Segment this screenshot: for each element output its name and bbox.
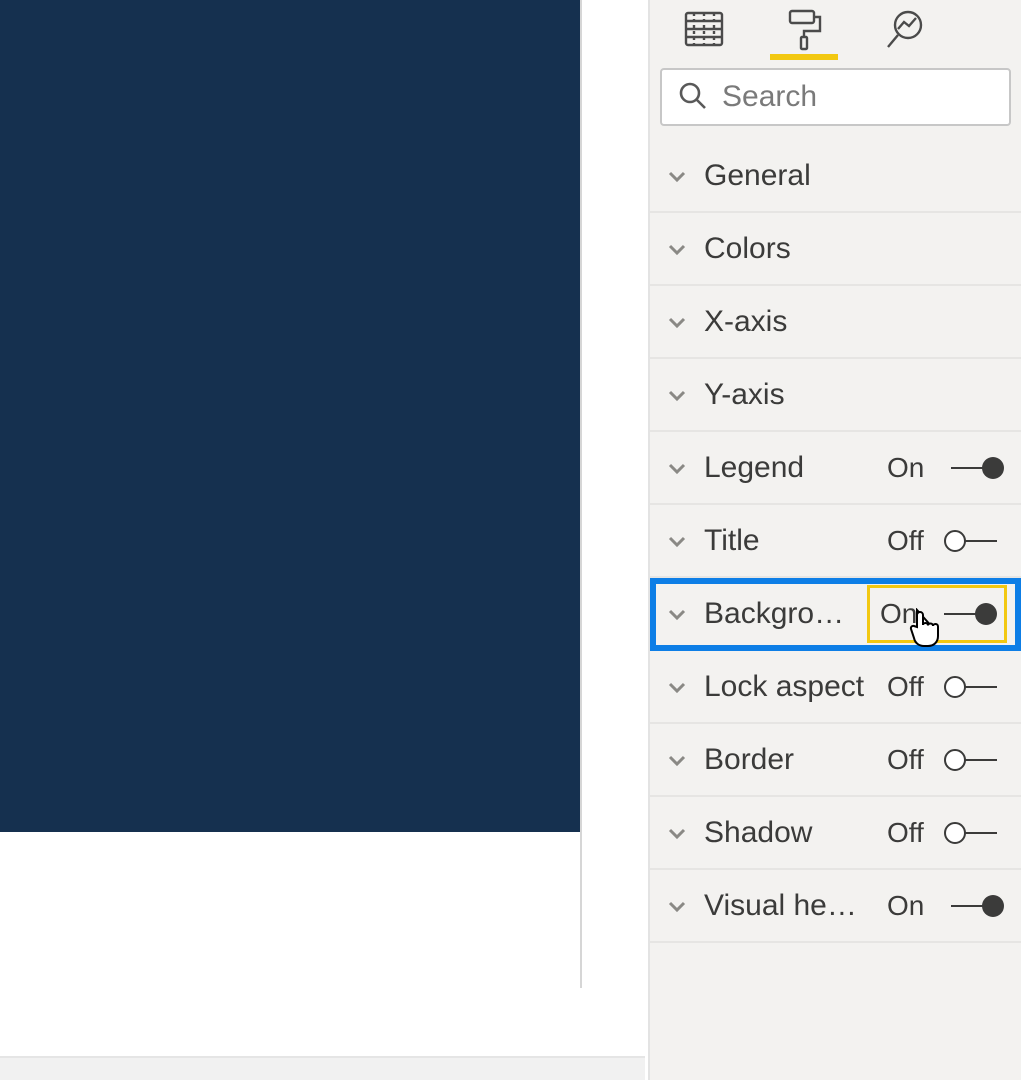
toggle-state-label: Off <box>887 817 935 849</box>
chevron-down-icon <box>664 747 690 773</box>
section-label: Colors <box>704 232 1003 266</box>
section-label: Title <box>704 524 873 558</box>
section-label: General <box>704 159 1003 193</box>
chevron-down-icon <box>664 236 690 262</box>
visual-canvas[interactable] <box>0 0 580 832</box>
section-row[interactable]: Lock aspect Off <box>650 651 1021 724</box>
bottom-strip <box>0 1058 645 1080</box>
chevron-down-icon <box>664 820 690 846</box>
search-input[interactable] <box>722 80 995 114</box>
section-row[interactable]: Colors <box>650 213 1021 286</box>
section-toggle[interactable]: Off <box>887 525 1003 557</box>
chevron-down-icon <box>664 674 690 700</box>
toggle-state-label: On <box>880 598 928 630</box>
section-row[interactable]: Visual header On <box>650 870 1021 943</box>
analytics-icon <box>882 7 926 56</box>
section-label: Border <box>704 743 873 777</box>
section-toggle[interactable]: On <box>867 585 1007 643</box>
search-box[interactable] <box>660 68 1011 126</box>
chevron-down-icon <box>664 309 690 335</box>
toggle-state-label: Off <box>887 671 935 703</box>
chevron-down-icon <box>664 893 690 919</box>
chevron-down-icon <box>664 601 690 627</box>
app-root: General Colors X-axis Y-axis Legend On Title Of… <box>0 0 1021 1080</box>
tab-format[interactable] <box>776 4 832 58</box>
format-sections: General Colors X-axis Y-axis Legend On Title Of… <box>650 140 1021 943</box>
section-label: Visual header <box>704 889 873 923</box>
toggle-switch[interactable] <box>945 749 1003 771</box>
section-row[interactable]: Shadow Off <box>650 797 1021 870</box>
section-label: Shadow <box>704 816 873 850</box>
section-row[interactable]: Legend On <box>650 432 1021 505</box>
section-label: Background <box>704 597 853 631</box>
toggle-switch[interactable] <box>945 457 1003 479</box>
section-row[interactable]: General <box>650 140 1021 213</box>
format-pane: General Colors X-axis Y-axis Legend On Title Of… <box>648 0 1021 1080</box>
section-toggle[interactable]: Off <box>887 744 1003 776</box>
section-label: X-axis <box>704 305 1003 339</box>
section-toggle[interactable]: Off <box>887 817 1003 849</box>
section-row[interactable]: Background On <box>650 578 1021 651</box>
fields-icon <box>682 7 726 56</box>
tab-fields[interactable] <box>676 4 732 58</box>
canvas-page <box>0 0 645 988</box>
section-toggle[interactable]: Off <box>887 671 1003 703</box>
section-toggle[interactable]: On <box>887 890 1003 922</box>
section-label: Legend <box>704 451 873 485</box>
section-row[interactable]: X-axis <box>650 286 1021 359</box>
section-toggle[interactable]: On <box>887 452 1003 484</box>
chevron-down-icon <box>664 163 690 189</box>
toggle-state-label: On <box>887 890 935 922</box>
chevron-down-icon <box>664 382 690 408</box>
chevron-down-icon <box>664 455 690 481</box>
pane-tabs <box>650 0 1021 62</box>
toggle-state-label: Off <box>887 525 935 557</box>
section-row[interactable]: Y-axis <box>650 359 1021 432</box>
section-row[interactable]: Title Off <box>650 505 1021 578</box>
toggle-switch[interactable] <box>945 895 1003 917</box>
canvas-divider <box>580 0 582 988</box>
toggle-switch[interactable] <box>945 530 1003 552</box>
section-row[interactable]: Border Off <box>650 724 1021 797</box>
toggle-state-label: On <box>887 452 935 484</box>
chevron-down-icon <box>664 528 690 554</box>
toggle-switch[interactable] <box>938 603 996 625</box>
canvas-area <box>0 0 645 1058</box>
paint-roller-icon <box>782 7 826 56</box>
section-label: Lock aspect <box>704 670 873 704</box>
toggle-switch[interactable] <box>945 822 1003 844</box>
search-icon <box>676 79 708 116</box>
tab-analytics[interactable] <box>876 4 932 58</box>
toggle-switch[interactable] <box>945 676 1003 698</box>
toggle-state-label: Off <box>887 744 935 776</box>
section-label: Y-axis <box>704 378 1003 412</box>
